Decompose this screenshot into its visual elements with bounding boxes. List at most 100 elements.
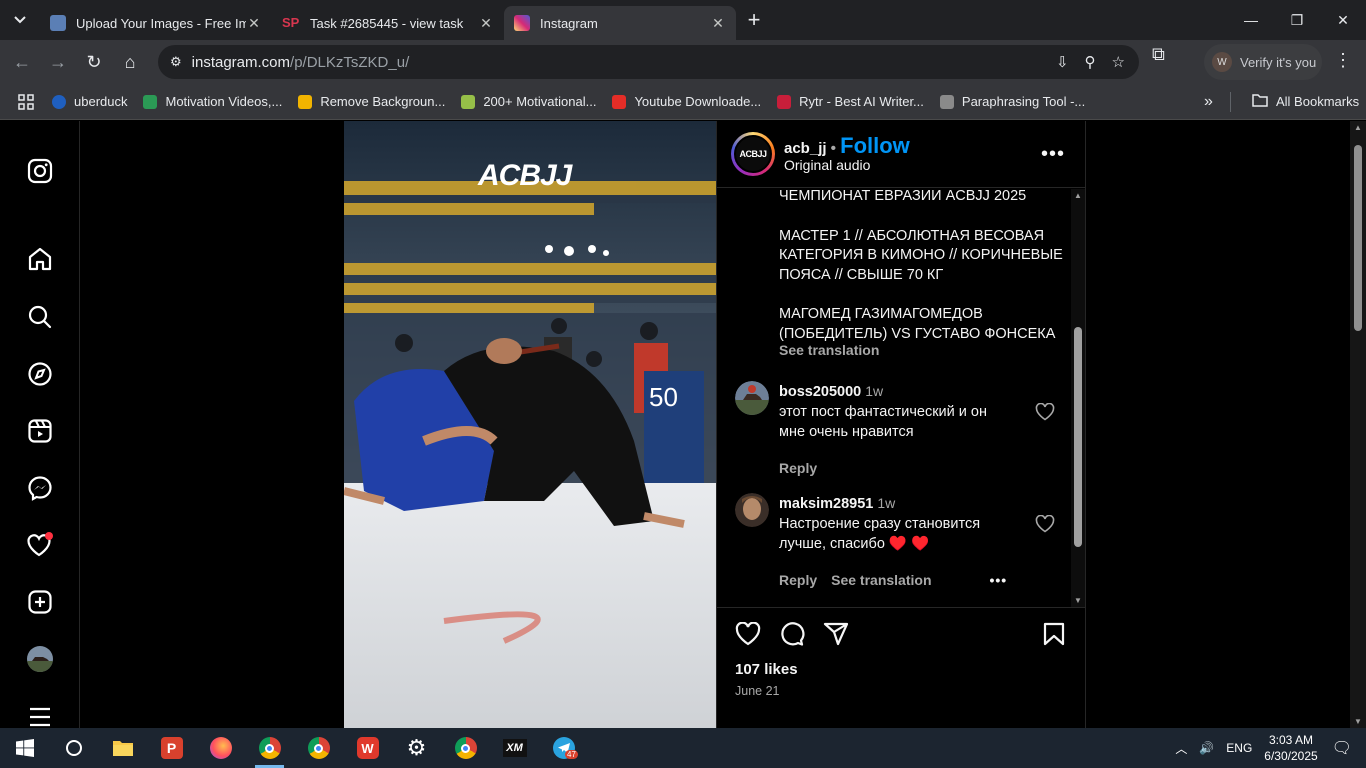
clock[interactable]: 3:03 AM 6/30/2025 xyxy=(1264,732,1317,764)
comments-scrollbar[interactable]: ▲ ▼ xyxy=(1071,189,1085,607)
instagram-logo-icon[interactable] xyxy=(22,153,58,189)
home-icon[interactable] xyxy=(22,241,58,277)
more-bookmarks-icon[interactable]: » xyxy=(1204,93,1213,111)
chrome-profile-icon[interactable] xyxy=(245,728,294,768)
tab-task[interactable]: SP Task #2685445 - view task ✕ xyxy=(272,6,504,40)
explore-icon[interactable] xyxy=(22,356,58,392)
instagram-favicon-icon xyxy=(514,15,530,31)
close-window-icon[interactable]: ✕ xyxy=(1320,0,1366,40)
commenter-avatar[interactable] xyxy=(735,381,769,415)
page-scrollbar-thumb[interactable] xyxy=(1354,145,1362,331)
reels-icon[interactable] xyxy=(22,413,58,449)
bookmark-item[interactable]: 200+ Motivational... xyxy=(461,94,596,109)
bookmark-item[interactable]: Youtube Downloade... xyxy=(612,94,761,109)
address-bar[interactable]: ⚙ instagram.com/p/DLKzTsZKD_u/ ⇩ ⚲ ☆ xyxy=(158,45,1139,79)
reply-button[interactable]: Reply xyxy=(779,570,817,590)
follow-button[interactable]: Follow xyxy=(840,133,910,158)
tab-search-button[interactable] xyxy=(0,0,40,40)
like-comment-icon[interactable] xyxy=(1035,403,1055,421)
post-date[interactable]: June 21 xyxy=(735,684,779,698)
more-options-icon[interactable]: ••• xyxy=(1041,143,1065,166)
story-ring[interactable]: ACBJJ xyxy=(731,132,775,176)
comment-options-icon[interactable]: ••• xyxy=(990,570,1008,590)
like-icon[interactable] xyxy=(735,622,761,646)
close-tab-icon[interactable]: ✕ xyxy=(478,15,494,32)
reload-icon[interactable]: ↻ xyxy=(76,44,112,80)
new-tab-button[interactable]: + xyxy=(736,7,772,33)
notification-center-icon[interactable]: 🗨 xyxy=(1332,738,1352,758)
page-scrollbar[interactable]: ▲ ▼ xyxy=(1350,121,1366,728)
all-bookmarks-button[interactable]: All Bookmarks xyxy=(1252,93,1359,110)
home-icon[interactable]: ⌂ xyxy=(112,44,148,80)
tab-upload-images[interactable]: Upload Your Images - Free Imag ✕ xyxy=(40,6,272,40)
url-path: /p/DLKzTsZKD_u/ xyxy=(290,53,410,71)
file-explorer-icon[interactable] xyxy=(98,728,147,768)
close-tab-icon[interactable]: ✕ xyxy=(710,15,726,32)
tray-expand-icon[interactable]: ︿ xyxy=(1175,740,1187,757)
volume-icon[interactable]: 🔊 xyxy=(1199,741,1214,755)
verify-label: Verify it's you xyxy=(1240,54,1317,70)
extensions-icon[interactable]: ⧉ xyxy=(1152,44,1165,65)
bookmark-item[interactable]: uberduck xyxy=(52,94,127,109)
caption-line: МАГОМЕД ГАЗИМАГОМЕДОВ (ПОБЕДИТЕЛЬ) VS ГУ… xyxy=(779,306,1056,342)
chrome-icon[interactable] xyxy=(294,728,343,768)
site-info-icon[interactable]: ⚙ xyxy=(170,54,182,70)
messenger-icon[interactable] xyxy=(22,470,58,506)
scroll-up-icon[interactable]: ▲ xyxy=(1354,123,1362,132)
language-indicator[interactable]: ENG xyxy=(1226,741,1252,755)
post-video[interactable]: 50 ACBJJ xyxy=(344,121,716,728)
restore-icon[interactable]: ❐ xyxy=(1274,0,1320,40)
all-bookmarks-label: All Bookmarks xyxy=(1276,94,1360,109)
scrollbar-thumb[interactable] xyxy=(1074,327,1082,547)
tab-instagram[interactable]: Instagram ✕ xyxy=(504,6,736,40)
commenter-avatar[interactable] xyxy=(735,493,769,527)
notifications-heart-icon[interactable] xyxy=(22,527,58,563)
search-circle-icon[interactable] xyxy=(49,728,98,768)
scroll-down-icon[interactable]: ▼ xyxy=(1074,596,1082,605)
zoom-icon[interactable]: ⚲ xyxy=(1085,53,1096,71)
bookmark-label: Motivation Videos,... xyxy=(165,94,283,109)
comments-scroll-area[interactable]: ЧЕМПИОНАТ ЕВРАЗИИ ACBJJ 2025 МАСТЕР 1 //… xyxy=(717,189,1071,607)
bookmark-item[interactable]: Rytr - Best AI Writer... xyxy=(777,94,924,109)
forward-icon[interactable]: → xyxy=(40,44,76,80)
like-comment-icon[interactable] xyxy=(1035,515,1055,533)
bjj-match-image: 50 xyxy=(344,121,716,728)
back-icon[interactable]: ← xyxy=(4,44,40,80)
comment-icon[interactable] xyxy=(779,622,805,646)
see-translation-link[interactable]: See translation xyxy=(831,570,931,590)
telegram-icon[interactable]: 47 xyxy=(539,728,588,768)
audio-label[interactable]: Original audio xyxy=(784,157,910,173)
search-icon[interactable] xyxy=(22,299,58,335)
share-icon[interactable] xyxy=(823,622,849,646)
bookmark-item[interactable]: Motivation Videos,... xyxy=(143,94,282,109)
scroll-down-icon[interactable]: ▼ xyxy=(1354,717,1362,726)
verify-profile-button[interactable]: W Verify it's you xyxy=(1204,44,1322,80)
post-username[interactable]: acb_jj xyxy=(784,140,827,157)
bookmark-item[interactable]: Paraphrasing Tool -... xyxy=(939,94,1085,109)
likes-count[interactable]: 107 likes xyxy=(735,661,798,678)
bookmark-star-icon[interactable]: ☆ xyxy=(1112,53,1125,71)
wps-office-icon[interactable]: W xyxy=(343,728,392,768)
close-tab-icon[interactable]: ✕ xyxy=(246,15,262,32)
start-button[interactable] xyxy=(0,728,49,768)
profile-avatar-icon[interactable] xyxy=(22,641,58,677)
xm-app-icon[interactable]: XM xyxy=(490,728,539,768)
comment-username[interactable]: maksim28951 xyxy=(779,496,873,512)
apps-grid-icon[interactable] xyxy=(0,93,52,110)
bookmark-favicon-icon xyxy=(612,94,627,109)
comment-username[interactable]: boss205000 xyxy=(779,384,861,400)
reply-button[interactable]: Reply xyxy=(779,458,817,478)
browser-menu-icon[interactable]: ⋮ xyxy=(1334,50,1352,71)
create-icon[interactable] xyxy=(22,584,58,620)
install-app-icon[interactable]: ⇩ xyxy=(1056,53,1069,71)
settings-gear-icon[interactable]: ⚙ xyxy=(392,728,441,768)
scroll-up-icon[interactable]: ▲ xyxy=(1074,191,1082,200)
save-bookmark-icon[interactable] xyxy=(1043,622,1065,646)
bookmark-favicon-icon xyxy=(298,94,313,109)
bookmark-item[interactable]: Remove Backgroun... xyxy=(298,94,445,109)
firefox-icon[interactable] xyxy=(196,728,245,768)
chrome-alt-icon[interactable] xyxy=(441,728,490,768)
wps-presentation-icon[interactable]: P xyxy=(147,728,196,768)
minimize-icon[interactable]: — xyxy=(1228,0,1274,40)
